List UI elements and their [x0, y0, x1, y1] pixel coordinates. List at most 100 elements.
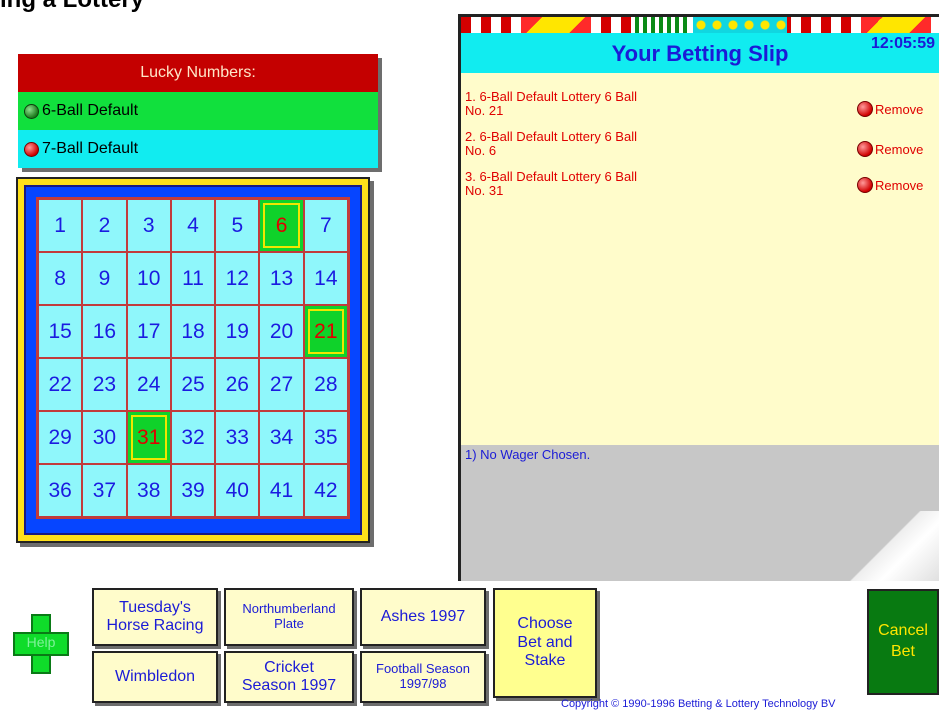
- number-cell[interactable]: 1: [38, 199, 83, 252]
- button-label: Ashes 1997: [380, 607, 466, 625]
- remove-bet-button[interactable]: Remove: [857, 101, 923, 117]
- remove-label: Remove: [875, 141, 924, 157]
- number-cell[interactable]: 12: [215, 252, 260, 305]
- red-ball-icon: [857, 177, 873, 193]
- number-cell[interactable]: 2: [82, 199, 127, 252]
- number-cell[interactable]: 18: [170, 305, 216, 358]
- remove-label: Remove: [875, 177, 924, 193]
- lucky-numbers-panel: Lucky Numbers: 6-Ball Default 7-Ball Def…: [18, 54, 378, 168]
- green-ball-icon: [24, 103, 39, 119]
- bet-line: 2. 6-Ball Default Lottery 6 Ball No. 6: [465, 130, 765, 158]
- wager-status: 1) No Wager Chosen.: [465, 447, 591, 462]
- number-cell[interactable]: 21: [303, 305, 348, 358]
- wimbledon-button[interactable]: Wimbledon: [92, 651, 218, 703]
- slip-clock: 12:05:59: [870, 35, 935, 52]
- number-cell[interactable]: 33: [215, 411, 260, 464]
- number-cell[interactable]: 6: [259, 199, 304, 252]
- button-label: Horse Racing: [106, 617, 204, 634]
- bet-line-text: 1. 6-Ball Default Lottery 6 Ball: [465, 89, 637, 104]
- lucky-numbers-title: Lucky Numbers:: [18, 54, 378, 92]
- button-label: Season 1997: [241, 677, 337, 694]
- number-cell[interactable]: 28: [303, 358, 348, 411]
- number-cell[interactable]: 37: [82, 464, 127, 517]
- number-cell[interactable]: 39: [170, 464, 216, 517]
- number-grid: 1 2 3 4 5 6 7 8 9 10 11 12 13 14 15 16 17 18 19 20 21 22 23 24 2…: [36, 197, 350, 519]
- diamond-decoration: [861, 17, 931, 33]
- number-cell[interactable]: 23: [82, 358, 127, 411]
- number-cell[interactable]: 32: [170, 411, 216, 464]
- button-label: Choose: [517, 615, 573, 633]
- number-cell[interactable]: 16: [82, 305, 127, 358]
- betting-slip: Your Betting Slip 12:05:59 1. 6-Ball Def…: [458, 14, 939, 581]
- slip-title: Your Betting Slip: [611, 41, 789, 66]
- choose-bet-and-stake-button[interactable]: Choose Bet and Stake: [493, 588, 597, 698]
- bet-line: 3. 6-Ball Default Lottery 6 Ball No. 31: [465, 170, 765, 198]
- button-label: Wimbledon: [114, 667, 196, 685]
- remove-label: Remove: [875, 101, 924, 117]
- number-cell[interactable]: 11: [170, 252, 216, 305]
- bet-line-number: No. 6: [465, 143, 497, 158]
- football-season-button[interactable]: Football Season 1997/98: [360, 651, 486, 703]
- number-cell[interactable]: 34: [259, 411, 304, 464]
- red-ball-icon: [857, 101, 873, 117]
- dots-decoration: [693, 17, 787, 33]
- northumberland-plate-button[interactable]: Northumberland Plate: [224, 588, 354, 646]
- button-label: Northumberland: [242, 601, 336, 617]
- number-cell[interactable]: 35: [303, 411, 348, 464]
- number-cell[interactable]: 31: [126, 411, 171, 464]
- bet-line-text: 2. 6-Ball Default Lottery 6 Ball: [465, 129, 637, 144]
- number-cell[interactable]: 41: [259, 464, 304, 517]
- slip-header: Your Betting Slip 12:05:59: [461, 33, 939, 73]
- tuesday-horse-racing-button[interactable]: Tuesday's Horse Racing: [92, 588, 218, 646]
- red-ball-icon: [857, 141, 873, 157]
- number-cell[interactable]: 10: [126, 252, 171, 305]
- bet-line-number: No. 21: [465, 103, 504, 118]
- number-cell[interactable]: 30: [82, 411, 127, 464]
- bet-line-number: No. 31: [465, 183, 504, 198]
- slip-decoration-strip: [461, 17, 939, 33]
- number-cell[interactable]: 38: [126, 464, 171, 517]
- number-grid-border: 1 2 3 4 5 6 7 8 9 10 11 12 13 14 15 16 17 18 19 20 21 22 23 24 2…: [24, 185, 362, 535]
- red-ball-icon: [24, 141, 39, 157]
- number-cell[interactable]: 4: [170, 199, 216, 252]
- number-cell[interactable]: 40: [215, 464, 260, 517]
- button-label: Football Season: [376, 661, 470, 677]
- copyright-notice: Copyright © 1990-1996 Betting & Lottery …: [561, 698, 836, 710]
- remove-bet-button[interactable]: Remove: [857, 177, 923, 193]
- bet-line: 1. 6-Ball Default Lottery 6 Ball No. 21: [465, 90, 765, 118]
- number-cell[interactable]: 14: [303, 252, 348, 305]
- number-cell[interactable]: 15: [38, 305, 83, 358]
- cricket-season-button[interactable]: Cricket Season 1997: [224, 651, 354, 703]
- number-cell[interactable]: 25: [170, 358, 216, 411]
- button-label: 1997/98: [399, 676, 447, 691]
- button-label: Bet: [890, 643, 915, 660]
- number-cell[interactable]: 29: [38, 411, 83, 464]
- number-cell[interactable]: 7: [303, 199, 348, 252]
- cancel-bet-button[interactable]: Cancel Bet: [867, 589, 939, 695]
- number-cell[interactable]: 8: [38, 252, 83, 305]
- bars-decoration: [635, 17, 691, 33]
- lucky-option-6-ball[interactable]: 6-Ball Default: [18, 92, 378, 130]
- number-cell[interactable]: 22: [38, 358, 83, 411]
- bet-line-text: 3. 6-Ball Default Lottery 6 Ball: [465, 169, 637, 184]
- number-cell[interactable]: 26: [215, 358, 260, 411]
- help-button[interactable]: Help: [13, 614, 69, 674]
- number-grid-frame: 1 2 3 4 5 6 7 8 9 10 11 12 13 14 15 16 17 18 19 20 21 22 23 24 2…: [16, 177, 370, 543]
- number-cell[interactable]: 13: [259, 252, 304, 305]
- number-cell[interactable]: 19: [215, 305, 260, 358]
- lucky-option-7-ball[interactable]: 7-Ball Default: [18, 130, 378, 168]
- button-label: Cancel: [878, 622, 928, 640]
- help-label: Help: [26, 634, 56, 650]
- lucky-option-label: 7-Ball Default: [42, 140, 139, 157]
- ashes-1997-button[interactable]: Ashes 1997: [360, 588, 486, 646]
- number-cell[interactable]: 3: [126, 199, 171, 252]
- number-cell[interactable]: 5: [215, 199, 260, 252]
- number-cell[interactable]: 36: [38, 464, 83, 517]
- number-cell[interactable]: 42: [303, 464, 348, 517]
- number-cell[interactable]: 17: [126, 305, 171, 358]
- number-cell[interactable]: 9: [82, 252, 127, 305]
- number-cell[interactable]: 27: [259, 358, 304, 411]
- remove-bet-button[interactable]: Remove: [857, 141, 923, 157]
- number-cell[interactable]: 20: [259, 305, 304, 358]
- number-cell[interactable]: 24: [126, 358, 171, 411]
